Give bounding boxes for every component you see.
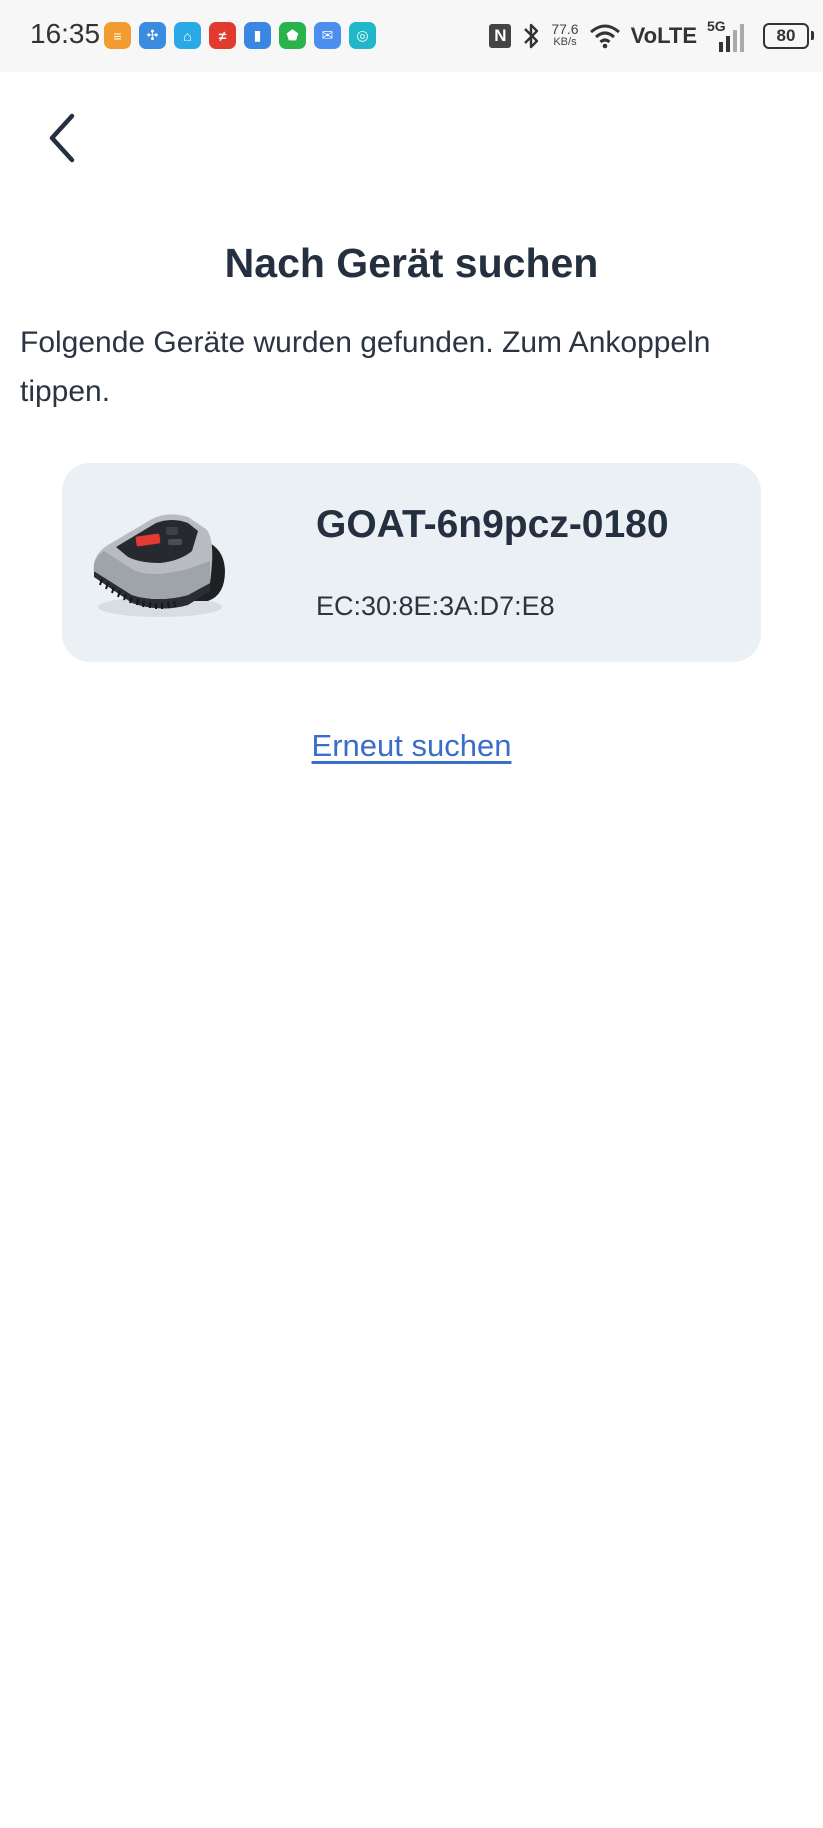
device-mac-address: EC:30:8E:3A:D7:E8 xyxy=(316,591,555,621)
speed-value: 77.6 xyxy=(551,21,579,37)
app-mail-icon: ✉ xyxy=(314,22,341,49)
nfc-icon: N xyxy=(489,24,512,48)
app-orange-icon: ≡ xyxy=(104,22,131,49)
app-fan-icon: ✣ xyxy=(139,22,166,49)
notification-icons: ≡ ✣ ⌂ ≠ ▮ ⬟ ✉ ◎ xyxy=(104,22,376,49)
app-shield-icon: ⬟ xyxy=(279,22,306,49)
status-bar: 16:35 ≡ ✣ ⌂ ≠ ▮ ⬟ ✉ ◎ N 77.6 KB/s VoLTE 5G xyxy=(0,0,823,72)
status-indicators: N 77.6 KB/s VoLTE 5G 80 xyxy=(489,16,814,56)
device-name: GOAT-6n9pcz-0180 xyxy=(316,503,669,546)
network-speed: 77.6 KB/s xyxy=(551,21,579,49)
back-button[interactable] xyxy=(38,108,86,168)
rescan-link[interactable]: Erneut suchen xyxy=(0,728,823,764)
battery-indicator: 80 xyxy=(763,23,814,49)
battery-level: 80 xyxy=(776,26,796,45)
wifi-icon xyxy=(589,24,620,49)
page-description: Folgende Geräte wurden gefunden. Zum Ank… xyxy=(20,326,711,408)
speed-unit: KB/s xyxy=(553,36,577,48)
app-teal-icon: ◎ xyxy=(349,22,376,49)
page-title: Nach Gerät suchen xyxy=(224,240,599,286)
chevron-left-icon xyxy=(49,113,75,163)
robot-mower-image xyxy=(93,514,225,617)
app-red-icon: ≠ xyxy=(209,22,236,49)
signal-icon xyxy=(719,24,744,52)
bluetooth-icon xyxy=(524,23,539,49)
app-battery-app-icon: ▮ xyxy=(244,22,271,49)
volte-indicator: VoLTE xyxy=(630,23,697,48)
app-home-icon: ⌂ xyxy=(174,22,201,49)
device-card[interactable]: GOAT-6n9pcz-0180 EC:30:8E:3A:D7:E8 xyxy=(62,463,761,662)
status-time: 16:35 xyxy=(30,18,101,49)
signal-indicator: 5G xyxy=(707,18,753,54)
